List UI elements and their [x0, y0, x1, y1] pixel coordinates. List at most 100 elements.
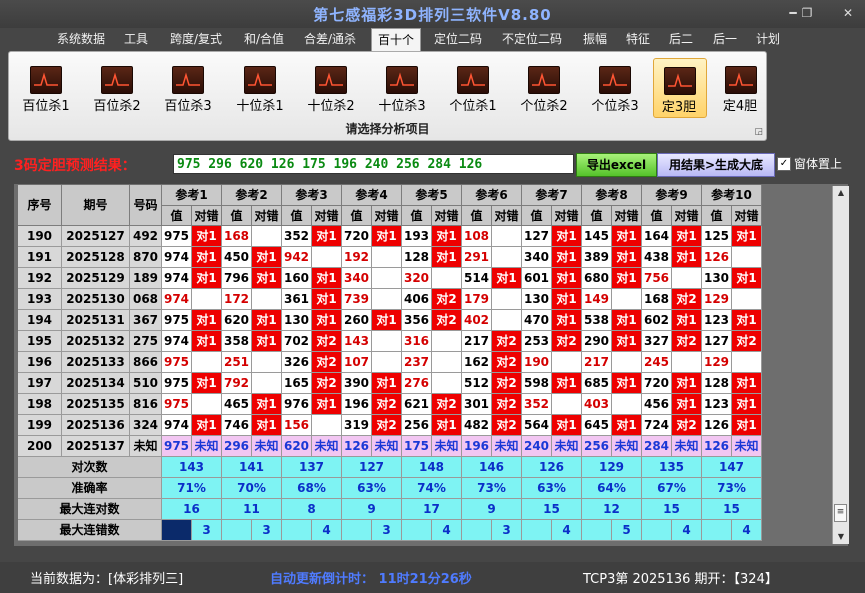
ribbon-button-label: 个位杀2 — [520, 99, 568, 114]
ref-result — [612, 289, 642, 310]
ref-result: 对2 — [552, 331, 582, 352]
menu-item[interactable]: 系统数据 — [52, 28, 110, 50]
chart-icon — [30, 66, 62, 94]
ribbon-button[interactable]: 个位杀1 — [442, 58, 504, 116]
ribbon-button-label: 定4胆 — [722, 99, 758, 114]
vertical-scrollbar[interactable]: ▲ ≡ ▼ — [832, 186, 849, 544]
col-header-seq: 序号 — [18, 185, 62, 226]
ribbon-button[interactable]: 十位杀1 — [229, 58, 291, 116]
menu-item[interactable]: 跨度/复式 — [164, 28, 228, 50]
ribbon-button[interactable]: 百位杀2 — [86, 58, 148, 116]
col-subheader-result: 对错 — [252, 206, 282, 226]
ribbon-button[interactable]: 十位杀2 — [300, 58, 362, 116]
stat-value: 4 — [552, 520, 582, 541]
row-number: 275 — [130, 331, 162, 352]
scroll-thumb[interactable]: ≡ — [834, 504, 847, 522]
menu-item[interactable]: 后二 — [664, 28, 698, 50]
ref-result: 对1 — [672, 310, 702, 331]
close-icon[interactable]: ✕ — [836, 3, 860, 23]
ref-result: 未知 — [432, 436, 462, 457]
ref-value: 129 — [702, 289, 732, 310]
ribbon-expand-icon[interactable]: ◲ — [754, 127, 763, 137]
status-last-draw: TCP3第 2025136 期开：【324】 — [583, 572, 778, 587]
ref-value: 645 — [582, 415, 612, 436]
ribbon-button[interactable]: 定3胆 — [653, 58, 707, 118]
stat-value: 141 — [222, 457, 282, 478]
ribbon-button[interactable]: 十位杀3 — [371, 58, 433, 116]
generate-base-button[interactable]: 用结果>生成大底 — [657, 153, 775, 177]
row-period: 2025134 — [62, 373, 130, 394]
ref-result: 对1 — [732, 310, 762, 331]
menu-item[interactable]: 计划 — [753, 28, 783, 50]
ref-value: 276 — [402, 373, 432, 394]
ref-result — [672, 352, 702, 373]
ref-value: 125 — [702, 226, 732, 247]
ref-result: 未知 — [672, 436, 702, 457]
ref-result: 对2 — [312, 331, 342, 352]
ribbon-button[interactable]: 百位杀3 — [157, 58, 219, 116]
ref-result: 对2 — [492, 331, 522, 352]
row-period: 2025137 — [62, 436, 130, 457]
ref-value: 406 — [402, 289, 432, 310]
ref-value: 792 — [222, 373, 252, 394]
menu-item[interactable]: 定位二码 — [430, 28, 486, 50]
scroll-up-icon[interactable]: ▲ — [833, 186, 849, 200]
row-seq: 198 — [18, 394, 62, 415]
stat-value: 4 — [432, 520, 462, 541]
ref-value: 975 — [162, 352, 192, 373]
ref-result: 对2 — [492, 373, 522, 394]
ref-value: 193 — [402, 226, 432, 247]
ref-value: 389 — [582, 247, 612, 268]
ref-result: 未知 — [492, 436, 522, 457]
ribbon-button[interactable]: 定4胆 — [715, 58, 765, 116]
export-excel-button[interactable]: 导出excel — [576, 153, 657, 177]
stat-value: 4 — [672, 520, 702, 541]
restore-icon[interactable]: ❐ — [795, 3, 819, 23]
scroll-down-icon[interactable]: ▼ — [833, 530, 849, 544]
ref-result: 对1 — [672, 373, 702, 394]
ref-result: 未知 — [252, 436, 282, 457]
menu-item[interactable]: 后一 — [708, 28, 742, 50]
prediction-label: 3码定胆预测结果： — [14, 158, 136, 174]
ref-result: 对1 — [552, 373, 582, 394]
menu-item[interactable]: 工具 — [119, 28, 153, 50]
menu-item[interactable]: 特征 — [621, 28, 655, 50]
ref-result: 对1 — [612, 226, 642, 247]
ref-result: 未知 — [732, 436, 762, 457]
pin-window-checkbox[interactable]: ✓ — [777, 157, 791, 171]
stat-value: 127 — [342, 457, 402, 478]
menu-item[interactable]: 和/合值 — [238, 28, 290, 50]
stat-value: 16 — [162, 499, 222, 520]
stat-value: 126 — [522, 457, 582, 478]
menu-item[interactable]: 合差/通杀 — [298, 28, 362, 50]
ref-result: 对1 — [552, 247, 582, 268]
ref-result: 对1 — [312, 310, 342, 331]
col-header-ref: 参考5 — [402, 185, 462, 206]
row-period: 2025130 — [62, 289, 130, 310]
chart-icon — [172, 66, 204, 94]
ref-result: 对1 — [312, 226, 342, 247]
menu-item[interactable]: 振幅 — [577, 28, 613, 50]
menu-item[interactable]: 不定位二码 — [496, 28, 568, 50]
ref-value: 512 — [462, 373, 492, 394]
ref-value: 172 — [222, 289, 252, 310]
ref-value: 128 — [402, 247, 432, 268]
ribbon-button[interactable]: 个位杀2 — [513, 58, 575, 116]
ref-result: 对1 — [252, 415, 282, 436]
ref-result: 对1 — [552, 415, 582, 436]
ref-result: 对1 — [672, 226, 702, 247]
prediction-result-field[interactable]: 975 296 620 126 175 196 240 256 284 126 — [173, 154, 574, 174]
ref-result: 对1 — [312, 268, 342, 289]
stat-value: 129 — [582, 457, 642, 478]
row-period: 2025131 — [62, 310, 130, 331]
menu-item[interactable]: 百十个 — [371, 28, 421, 51]
ref-result: 对2 — [432, 289, 462, 310]
stat-value: 15 — [522, 499, 582, 520]
stat-value: 12 — [582, 499, 642, 520]
ref-value: 217 — [462, 331, 492, 352]
ribbon-button[interactable]: 百位杀1 — [15, 58, 77, 116]
ribbon-button[interactable]: 个位杀3 — [584, 58, 646, 116]
ref-result: 对1 — [612, 331, 642, 352]
stat-value: 146 — [462, 457, 522, 478]
ref-value: 756 — [642, 268, 672, 289]
